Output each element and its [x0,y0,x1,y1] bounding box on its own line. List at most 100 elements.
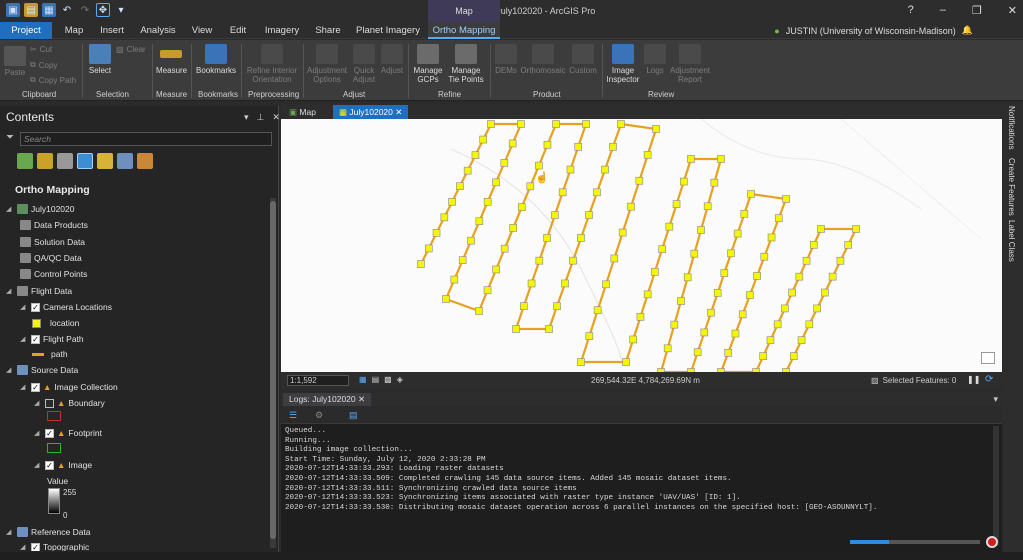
visibility-checkbox[interactable] [45,398,54,408]
close-tab-icon[interactable]: ✕ [356,394,365,404]
close-pane-icon[interactable]: ✕ [272,112,280,123]
map-canvas[interactable]: ☝ [281,119,1002,372]
refresh-icon[interactable]: ⟳ [985,374,993,385]
bookmarks-button[interactable]: Bookmarks [196,44,236,75]
tree-solution-data[interactable]: Solution Data [20,237,85,247]
tree-workspace[interactable]: ◢ July102020 [6,204,74,214]
collapse-triangle-icon[interactable]: ◢ [6,205,14,213]
tree-boundary[interactable]: ◢ ▲ Boundary [34,398,105,408]
visibility-checkbox[interactable]: ✓ [31,302,40,312]
grid-icon[interactable]: ▦ [359,375,367,384]
search-input[interactable]: Search [20,132,272,146]
manage-tie-points-button[interactable]: Manage Tie Points [446,44,486,84]
list-by-selection-icon[interactable] [77,153,93,169]
scale-selector[interactable]: 1:1,592 [287,375,349,386]
tab-share[interactable]: Share [310,22,346,39]
notification-bell-icon[interactable]: 🔔 [962,25,973,36]
adjust-button[interactable]: Adjust [379,44,405,75]
user-info[interactable]: ● JUSTIN (University of Wisconsin-Madiso… [774,25,973,36]
tree-image[interactable]: ◢ ✓ ▲ Image [34,460,92,470]
adjustment-options-button[interactable]: Adjustment Options [306,44,348,84]
copy-path-button[interactable]: ⧉ Copy Path [30,75,76,85]
table-icon[interactable]: ▤ [372,375,380,384]
database-icon[interactable] [57,153,73,169]
log-settings-icon[interactable]: ⚙ [315,410,323,421]
tab-analysis[interactable]: Analysis [136,22,180,39]
collapse-triangle-icon[interactable]: ◢ [6,287,14,295]
tab-project[interactable]: Project [0,22,52,39]
tree-camera-locations[interactable]: ◢ ✓ Camera Locations [20,302,112,312]
close-button[interactable]: ✕ [1008,4,1017,17]
audio-icon[interactable]: ◈ [397,375,403,384]
visibility-checkbox[interactable]: ✓ [31,543,40,551]
tab-map-view[interactable]: ▣ Map [283,105,322,119]
collapse-triangle-icon[interactable]: ◢ [34,461,42,469]
attribution-icon[interactable] [981,352,995,364]
list-by-drawing-order-icon[interactable] [17,153,33,169]
collapse-triangle-icon[interactable]: ◢ [34,429,42,437]
collapse-triangle-icon[interactable]: ◢ [20,303,28,311]
visibility-checkbox[interactable]: ✓ [45,460,54,470]
tree-footprint[interactable]: ◢ ✓ ▲ Footprint [34,428,102,438]
maximize-button[interactable]: ❐ [972,4,982,17]
close-tab-icon[interactable]: ✕ [393,107,402,117]
adjustment-report-button[interactable]: Adjustment Report [668,44,712,84]
filter-icon[interactable]: ⏷ [6,132,14,143]
help-button[interactable]: ? [908,4,914,17]
custom-button[interactable]: Custom [568,44,598,75]
refine-interior-orientation-button[interactable]: Refine Interior Orientation [244,44,300,84]
collapse-triangle-icon[interactable]: ◢ [6,528,14,536]
measure-button[interactable]: Measure [156,44,187,75]
tree-flight-data[interactable]: ◢ Flight Data [6,286,72,296]
tab-map[interactable]: Map [56,22,92,39]
cancel-operation-button[interactable] [986,536,998,548]
tree-topographic[interactable]: ◢ ✓ Topographic [20,543,89,551]
tree-source-data[interactable]: ◢ Source Data [6,365,78,375]
pane-menu-chevron-icon[interactable]: ▾ [244,112,249,123]
tab-label-class[interactable]: Label Class [1007,220,1016,262]
log-scrollbar[interactable] [993,426,999,546]
tab-edit[interactable]: Edit [222,22,254,39]
log-list-icon[interactable]: ☰ [289,410,297,421]
quick-adjust-button[interactable]: Quick Adjust [350,44,378,84]
pause-drawing-icon[interactable]: ❚❚ [967,375,980,384]
tree-qaqc[interactable]: QA/QC Data [20,253,82,263]
tree-reference-data[interactable]: ◢ Reference Data [6,527,91,537]
tree-data-products[interactable]: Data Products [20,220,88,230]
select-button[interactable]: Select [88,44,112,75]
manage-gcps-button[interactable]: Manage GCPs [411,44,445,84]
orthomosaic-button[interactable]: Orthomosaic [520,44,566,75]
tab-planet-imagery[interactable]: Planet Imagery [350,22,426,39]
visibility-checkbox[interactable]: ✓ [31,334,40,344]
copy-button[interactable]: ⧉ Copy [30,60,57,70]
tab-insert[interactable]: Insert [94,22,130,39]
selected-features[interactable]: ▨ Selected Features: 0 [871,376,956,385]
paste-button[interactable]: Paste [4,46,26,77]
tab-logs[interactable]: Logs: July102020 ✕ [283,393,372,406]
tab-ortho-mapping[interactable]: Ortho Mapping [428,22,500,39]
log-view-icon[interactable]: ▤ [349,410,358,421]
collapse-triangle-icon[interactable]: ◢ [6,366,14,374]
visibility-checkbox[interactable]: ✓ [31,382,40,392]
collapse-triangle-icon[interactable]: ◢ [20,383,28,391]
labeling-icon[interactable] [137,153,153,169]
tree-image-collection[interactable]: ◢ ✓ ▲ Image Collection [20,382,118,392]
tabs-overflow-chevron-icon[interactable]: ▾ [993,394,998,405]
tree-control-points[interactable]: Control Points [20,269,87,279]
contents-scrollbar-thumb[interactable] [270,201,276,539]
image-inspector-button[interactable]: Image Inspector [605,44,641,84]
collapse-triangle-icon[interactable]: ◢ [20,335,28,343]
visibility-checkbox[interactable]: ✓ [45,428,54,438]
tab-imagery[interactable]: Imagery [260,22,304,39]
coordinate-readout[interactable]: 269,544.32E 4,784,269.69N m [591,376,700,385]
tab-create-features[interactable]: Create Features [1007,158,1016,216]
cut-button[interactable]: ✂ Cut [30,45,52,54]
minimize-button[interactable]: – [940,4,946,17]
tab-view[interactable]: View [186,22,218,39]
logs-button[interactable]: Logs [643,44,667,75]
snapping-icon[interactable] [117,153,133,169]
dems-button[interactable]: DEMs [494,44,518,75]
raster-icon[interactable]: ▩ [384,375,392,384]
list-by-source-icon[interactable] [37,153,53,169]
pin-icon[interactable]: ⊥ [257,112,265,123]
